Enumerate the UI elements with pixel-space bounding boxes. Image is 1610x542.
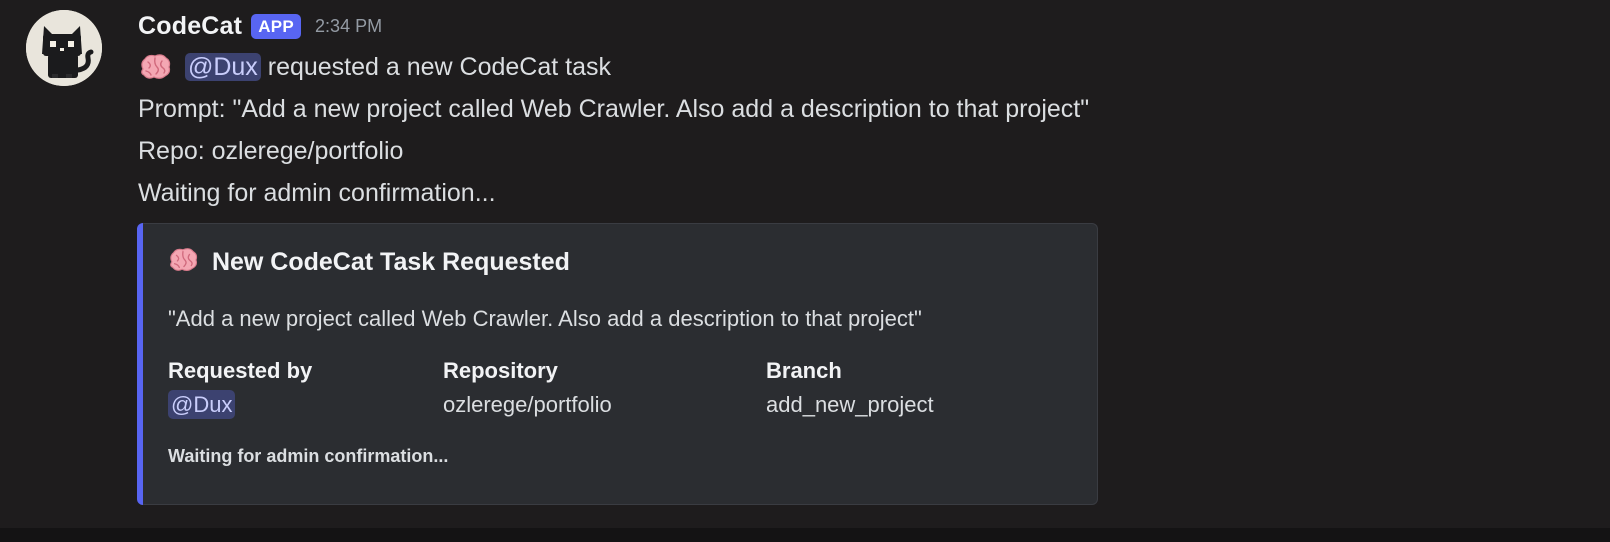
field-value: ozlerege/portfolio <box>443 392 612 417</box>
message-timestamp[interactable]: 2:34 PM <box>315 16 382 37</box>
field-value: add_new_project <box>766 392 934 417</box>
field-value: @Dux <box>168 386 312 424</box>
field-name: Branch <box>766 358 842 383</box>
repo-line: Repo: ozlerege/portfolio <box>138 137 404 165</box>
app-badge: APP <box>251 13 302 39</box>
message-content: CodeCat APP 2:34 PM @Dux requested a new… <box>138 6 1590 214</box>
embed-footer: Waiting for admin confirmation... <box>168 446 449 466</box>
intro-text: requested a new CodeCat task <box>260 53 612 81</box>
field-name: Repository <box>443 358 558 383</box>
status-line: Waiting for admin confirmation... <box>138 179 496 207</box>
intro-line: @Dux requested a new CodeCat task <box>138 46 1590 88</box>
author-name[interactable]: CodeCat <box>138 12 242 41</box>
embed-title: New CodeCat Task Requested <box>167 248 570 277</box>
prompt-line: Prompt: "Add a new project called Web Cr… <box>138 95 1090 123</box>
cat-icon <box>26 10 102 86</box>
brain-icon <box>138 52 178 80</box>
field-branch: Branch add_new_project <box>766 356 934 424</box>
task-embed: New CodeCat Task Requested "Add a new pr… <box>137 223 1098 505</box>
field-requested-by: Requested by @Dux <box>168 356 312 424</box>
message-header: CodeCat APP 2:34 PM <box>138 6 1590 46</box>
chat-message: CodeCat APP 2:34 PM @Dux requested a new… <box>0 0 1610 528</box>
user-mention[interactable]: @Dux <box>168 390 236 419</box>
chat-divider <box>0 528 1610 542</box>
field-name: Requested by <box>168 358 313 383</box>
embed-accent-bar <box>137 223 143 505</box>
embed-title-text: New CodeCat Task Requested <box>211 248 570 276</box>
bot-avatar[interactable] <box>26 10 102 86</box>
embed-description: "Add a new project called Web Crawler. A… <box>168 306 922 331</box>
brain-icon <box>167 247 205 275</box>
user-mention[interactable]: @Dux <box>184 53 261 81</box>
field-repository: Repository ozlerege/portfolio <box>443 356 612 424</box>
